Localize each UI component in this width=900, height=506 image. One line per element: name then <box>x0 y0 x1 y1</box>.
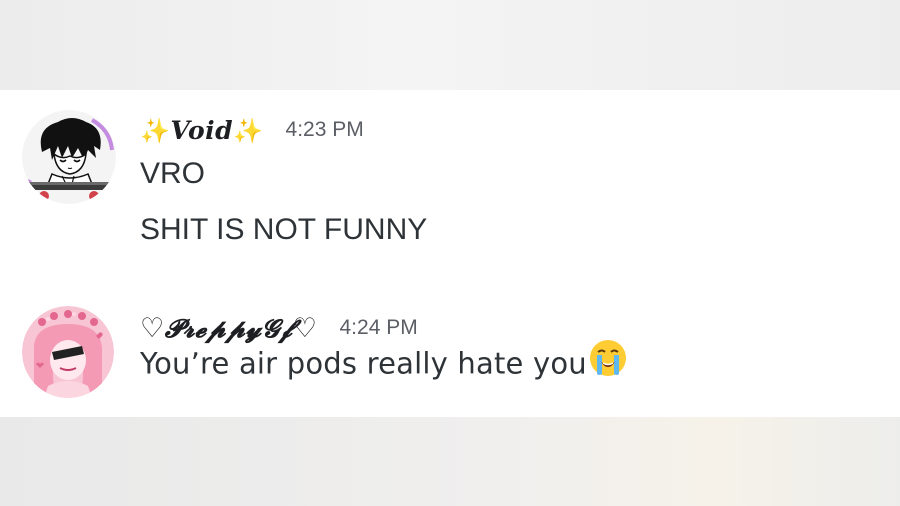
username[interactable]: ✨Void✨ <box>140 116 264 145</box>
top-background-band <box>0 0 900 90</box>
loudly-crying-face-icon <box>588 338 628 385</box>
username-text: 𝓟𝓻𝓮𝓹𝓹𝔂𝓖𝓯 <box>164 313 293 343</box>
sparkle-suffix: ✨ <box>233 115 264 145</box>
heart-suffix: ♡ <box>292 312 318 344</box>
anime-boy-skateboard-avatar-icon <box>22 110 116 204</box>
sparkle-prefix: ✨ <box>140 115 171 145</box>
timestamp: 4:23 PM <box>285 118 364 141</box>
message-header: ✨Void✨ 4:23 PM <box>140 110 364 150</box>
message-text-content: You’re air pods really hate you <box>140 346 587 381</box>
message-text: VRO <box>140 157 206 190</box>
username[interactable]: ♡𝓟𝓻𝓮𝓹𝓹𝔂𝓖𝓯♡ <box>140 313 318 344</box>
avatar[interactable] <box>22 110 116 204</box>
bottom-background-band <box>0 417 900 506</box>
pink-anime-girl-avatar-icon <box>22 306 114 398</box>
message-header: ♡𝓟𝓻𝓮𝓹𝓹𝔂𝓖𝓯♡ 4:24 PM <box>140 308 418 348</box>
message-text: You’re air pods really hate you <box>140 340 628 385</box>
avatar[interactable] <box>22 306 114 398</box>
chat-panel: ✨Void✨ 4:23 PM VRO SHIT IS NOT FUNNY ♡𝓟𝓻… <box>0 90 900 417</box>
username-text: Void <box>170 115 234 145</box>
message-text: SHIT IS NOT FUNNY <box>140 213 428 246</box>
heart-prefix: ♡ <box>140 312 165 344</box>
timestamp: 4:24 PM <box>339 316 418 339</box>
